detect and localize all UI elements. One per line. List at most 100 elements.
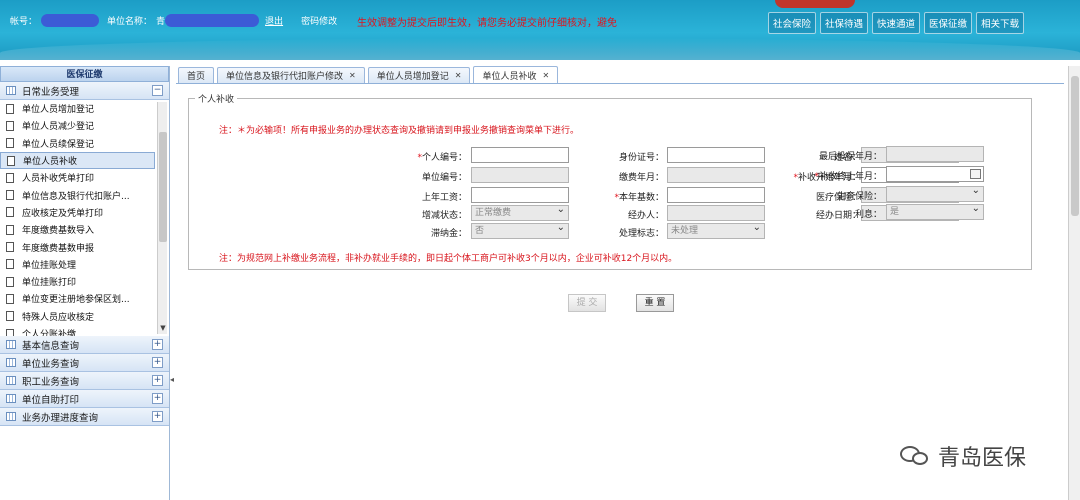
- calendar-icon[interactable]: [945, 170, 956, 180]
- personal-supplement-panel: 个人补收 注：＊为必输项！所有申报业务的办理状态查询及撤销请到申报业务撤销查询菜…: [188, 92, 1033, 270]
- sidebar-item[interactable]: 特殊人员应收核定: [0, 308, 155, 325]
- header-notice: 生效调整为提交后即生效，请您务必提交前仔细核对，避免: [357, 18, 617, 29]
- base-label: *本年基数：: [614, 193, 664, 203]
- expand-icon[interactable]: +: [152, 411, 163, 422]
- unit-prefix: 青: [156, 17, 166, 27]
- document-icon: [6, 207, 14, 218]
- pay-month-field: [667, 167, 765, 183]
- top-banner: 帐号： 单位名称： 青 退出 密码修改 生效调整为提交后即生效，请您务必提交前仔…: [0, 0, 1080, 60]
- grid-icon: [6, 412, 16, 421]
- sidebar-item[interactable]: 单位人员续保登记: [0, 135, 155, 152]
- expand-icon[interactable]: +: [152, 375, 163, 386]
- link-quick-access[interactable]: 快速通道: [872, 12, 921, 34]
- sidebar-item[interactable]: 年度缴费基数申报: [0, 238, 155, 255]
- reset-button[interactable]: 重 置: [636, 294, 674, 312]
- document-icon: [6, 328, 14, 336]
- close-icon[interactable]: ✕: [455, 71, 462, 80]
- expand-icon[interactable]: +: [152, 393, 163, 404]
- grid-icon: [6, 376, 16, 385]
- watermark-text: 青岛医保: [938, 446, 1027, 471]
- link-social-benefits[interactable]: 社保待遇: [820, 12, 869, 34]
- sidebar-item[interactable]: 单位人员增加登记: [0, 100, 155, 117]
- sidebar-item-list: 单位人员增加登记 单位人员减少登记 单位人员续保登记 单位人员补收 人员补收凭单…: [0, 100, 169, 336]
- document-icon: [6, 311, 14, 322]
- sidebar-item[interactable]: 人员补收凭单打印: [0, 169, 155, 186]
- sidebar-section[interactable]: 业务办理进度查询 +: [0, 408, 169, 426]
- document-icon: [6, 224, 14, 235]
- panel-legend: 个人补收: [195, 92, 238, 105]
- start-month-label: *补收开始年月：: [793, 173, 861, 183]
- sidebar-item[interactable]: 个人分账补缴: [0, 325, 155, 336]
- unit-no-field: [471, 167, 569, 183]
- sidebar-item[interactable]: 单位信息及银行代扣账户...: [0, 186, 155, 203]
- form-row-5: 滞纳金： 否 处理标志： 未处理: [189, 221, 1033, 240]
- sidebar-section[interactable]: 基本信息查询 +: [0, 336, 169, 354]
- document-icon: [6, 293, 14, 304]
- header-links: 社会保险 社保待遇 快速通道 医保征缴 相关下载: [768, 12, 1025, 34]
- base-input[interactable]: [667, 187, 765, 203]
- medical-label: 医疗保险：: [815, 193, 861, 203]
- expand-icon[interactable]: +: [152, 357, 163, 368]
- sidebar-item[interactable]: 应收核定及凭单打印: [0, 204, 155, 221]
- process-flag-select[interactable]: 未处理: [667, 221, 765, 239]
- policy-note: 注：为规范网上补缴业务流程，非补办就业手续的，即日起个体工商户可补收3个月以内，…: [219, 254, 678, 264]
- grid-icon: [6, 394, 16, 403]
- link-social-insurance[interactable]: 社会保险: [768, 12, 817, 34]
- account-label: 帐号：: [10, 17, 38, 27]
- scroll-down-icon[interactable]: ▼: [158, 324, 168, 334]
- form-row-2: 单位编号： 缴费年月： *补收开始年月：: [189, 167, 1033, 184]
- submit-button[interactable]: 提 交: [568, 294, 606, 312]
- sidebar: 医保征缴 日常业务受理 − 单位人员增加登记 单位人员减少登记 单位人员续保登记…: [0, 66, 170, 500]
- late-fee-select[interactable]: 否: [471, 221, 569, 239]
- sidebar-section-daily[interactable]: 日常业务受理 −: [0, 82, 169, 100]
- name-label: 姓名：: [833, 153, 861, 163]
- sidebar-section[interactable]: 职工业务查询 +: [0, 372, 169, 390]
- link-downloads[interactable]: 相关下载: [976, 12, 1025, 34]
- logout-link[interactable]: 退出: [265, 14, 283, 27]
- account-info: 帐号： 单位名称： 青 退出 密码修改: [10, 14, 337, 27]
- id-no-input[interactable]: [667, 147, 765, 163]
- sidebar-item[interactable]: 单位变更注册地参保区划...: [0, 290, 155, 307]
- person-no-input[interactable]: [471, 147, 569, 163]
- sidebar-collapse-icon[interactable]: ◂: [170, 370, 175, 390]
- expand-icon[interactable]: +: [152, 339, 163, 350]
- last-salary-input[interactable]: [471, 187, 569, 203]
- collapse-icon[interactable]: −: [152, 85, 163, 96]
- sidebar-item[interactable]: 单位挂账处理: [0, 256, 155, 273]
- status-select[interactable]: 正常缴费: [471, 203, 569, 221]
- document-icon: [6, 138, 14, 149]
- change-password-link[interactable]: 密码修改: [301, 14, 337, 27]
- handle-date-label: 经办日期：: [815, 211, 861, 221]
- scrollbar-thumb[interactable]: [159, 132, 167, 242]
- document-icon: [6, 103, 14, 114]
- unit-label: 单位名称：: [107, 17, 153, 27]
- handler-label: 经办人：: [627, 211, 664, 221]
- sidebar-section[interactable]: 单位业务查询 +: [0, 354, 169, 372]
- tab-unit-info[interactable]: 单位信息及银行代扣账户修改 ✕: [217, 67, 365, 83]
- scrollbar-thumb[interactable]: [1071, 76, 1079, 216]
- sidebar-item[interactable]: 年度缴费基数导入: [0, 221, 155, 238]
- link-medical-collection[interactable]: 医保征缴: [924, 12, 973, 34]
- handler-field: [667, 205, 765, 221]
- medical-select[interactable]: [861, 185, 959, 203]
- close-icon[interactable]: ✕: [542, 71, 549, 80]
- person-no-label: *个人编号：: [417, 153, 467, 163]
- close-icon[interactable]: ✕: [349, 71, 356, 80]
- sidebar-item[interactable]: 单位人员减少登记: [0, 117, 155, 134]
- sidebar-item[interactable]: 单位挂账打印: [0, 273, 155, 290]
- required-note: 注：＊为必输项！所有申报业务的办理状态查询及撤销请到申报业务撤销查询菜单下进行。: [219, 126, 580, 136]
- sidebar-title: 医保征缴: [0, 66, 169, 82]
- page-scrollbar[interactable]: [1068, 66, 1080, 500]
- sidebar-item-active[interactable]: 单位人员补收: [0, 151, 155, 170]
- form-buttons: 提 交 重 置: [568, 294, 674, 312]
- sidebar-section[interactable]: 单位自助打印 +: [0, 390, 169, 408]
- name-field: [861, 147, 959, 163]
- start-month-input[interactable]: [861, 167, 959, 183]
- sidebar-scrollbar[interactable]: ▼: [157, 102, 167, 334]
- document-icon: [6, 259, 14, 270]
- tab-staff-supplement[interactable]: 单位人员补收 ✕: [473, 66, 559, 83]
- id-no-label: 身份证号：: [618, 153, 664, 163]
- tab-home[interactable]: 首页: [178, 67, 215, 83]
- tab-bar: 首页 单位信息及银行代扣账户修改 ✕ 单位人员增加登记 ✕ 单位人员补收 ✕: [176, 66, 1064, 84]
- tab-add-staff[interactable]: 单位人员增加登记 ✕: [367, 67, 471, 83]
